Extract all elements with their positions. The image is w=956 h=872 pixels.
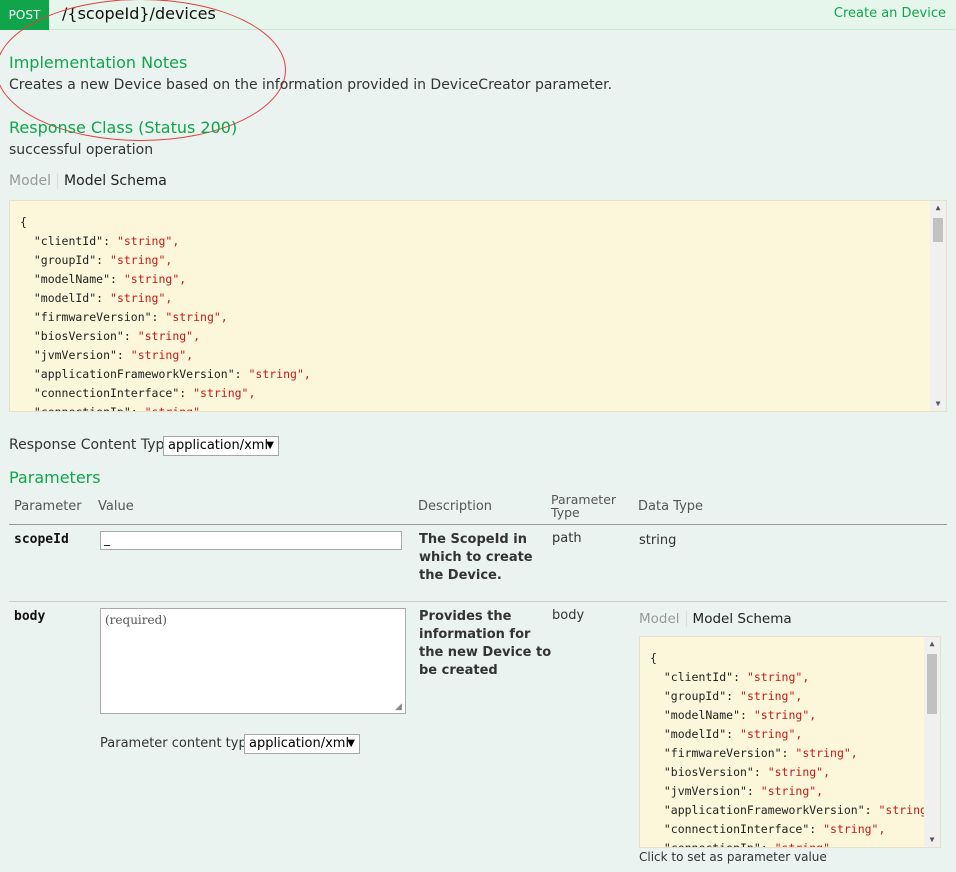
response-model-tabs: Model Model Schema (9, 173, 167, 189)
resize-handle-icon[interactable]: ◢ (395, 703, 404, 712)
description-line: be created (419, 663, 498, 678)
schema-line: "biosVersion": "string", (20, 329, 201, 343)
response-class-text: successful operation (9, 142, 154, 158)
implementation-notes-text: Creates a new Device based on the inform… (9, 77, 613, 93)
col-parameter-type-line2: Type (551, 505, 580, 520)
scopeid-input[interactable]: _ (100, 531, 402, 550)
schema-line: "modelId": "string", (20, 291, 173, 305)
click-to-set-hint: Click to set as parameter value (639, 850, 827, 864)
col-parameter-type: Parameter Type (551, 493, 616, 519)
schema-line: "groupId": "string", (650, 689, 803, 703)
schema-line: { (650, 651, 657, 665)
scroll-up-arrow-icon[interactable]: ▲ (924, 637, 940, 651)
parameter-content-type-value: application/xml (249, 736, 350, 751)
scroll-down-arrow-icon[interactable]: ▼ (930, 397, 946, 411)
param-type-body: body (552, 608, 585, 623)
description-line: information for (419, 627, 531, 642)
response-content-type-value: application/xml (168, 438, 269, 453)
col-data-type: Data Type (638, 499, 704, 514)
col-parameter: Parameter (14, 499, 82, 514)
response-content-type-label: Response Content Type (9, 437, 173, 453)
schema-line: "biosVersion": "string", (650, 765, 831, 779)
schema-line: "jvmVersion": "string", (650, 784, 824, 798)
data-type-scopeid: string (639, 533, 677, 548)
schema-line: "firmwareVersion": "string", (20, 310, 228, 324)
schema-line: "firmwareVersion": "string", (650, 746, 858, 760)
param-description-body: Provides the information for the new Dev… (419, 608, 551, 680)
col-value: Value (98, 499, 134, 514)
schema-line: "connectionIp": "string" (20, 405, 201, 412)
schema-lines: { "clientId": "string", "groupId": "stri… (20, 213, 311, 412)
param-description-scopeid: The ScopeId in which to create the Devic… (419, 531, 533, 585)
dropdown-arrow-icon: ▼ (266, 440, 274, 451)
schema-line: "groupId": "string", (20, 253, 173, 267)
schema-line: "connectionIp": "string" (650, 841, 831, 848)
schema-line: "modelName": "string", (650, 708, 817, 722)
row-divider (9, 601, 947, 602)
schema-line: "clientId": "string", (650, 670, 810, 684)
body-model-tabs: Model Model Schema (639, 611, 792, 627)
description-line: the Device. (419, 568, 502, 583)
parameter-content-type-select[interactable]: application/xml ▼ (244, 734, 360, 754)
schema-line: "jvmVersion": "string", (20, 348, 194, 362)
parameters-title: Parameters (9, 468, 101, 487)
scroll-thumb[interactable] (927, 654, 937, 714)
schema-line: "connectionInterface": "string", (20, 386, 256, 400)
parameter-content-type-label: Parameter content type: (100, 736, 260, 751)
schema-line: "applicationFrameworkVersion": "string", (20, 367, 311, 381)
response-content-type-select[interactable]: application/xml ▼ (163, 436, 279, 456)
operation-summary-link[interactable]: Create an Device (834, 6, 946, 21)
tab-model[interactable]: Model (639, 611, 687, 627)
schema-line: { (20, 215, 27, 229)
tab-model-schema[interactable]: Model Schema (687, 611, 792, 627)
param-name-body: body (14, 609, 46, 624)
body-textarea[interactable]: (required) ◢ (100, 608, 406, 714)
tab-model-schema[interactable]: Model Schema (58, 173, 167, 189)
schema-line: "applicationFrameworkVersion": "string", (650, 803, 941, 817)
description-line: the new Device to (419, 645, 552, 660)
tab-model[interactable]: Model (9, 173, 59, 189)
schema-line: "modelName": "string", (20, 272, 187, 286)
response-model-schema[interactable]: { "clientId": "string", "groupId": "stri… (9, 200, 947, 412)
param-type-scopeid: path (552, 531, 582, 546)
col-description: Description (418, 499, 493, 514)
dropdown-arrow-icon: ▼ (347, 738, 355, 749)
description-line: which to create (419, 550, 533, 565)
implementation-notes-title: Implementation Notes (9, 53, 188, 72)
scroll-up-arrow-icon[interactable]: ▲ (930, 201, 946, 215)
response-class-title: Response Class (Status 200) (9, 118, 238, 137)
scroll-down-arrow-icon[interactable]: ▼ (924, 833, 940, 847)
schema-line: "clientId": "string", (20, 234, 180, 248)
description-line: The ScopeId in (419, 532, 527, 547)
table-header-divider (9, 524, 947, 525)
body-placeholder: (required) (105, 613, 167, 627)
body-model-schema[interactable]: { "clientId": "string", "groupId": "stri… (639, 636, 941, 848)
body-schema-scrollbar[interactable]: ▲ ▼ (924, 637, 940, 847)
response-schema-scrollbar[interactable]: ▲ ▼ (930, 201, 946, 411)
schema-lines: { "clientId": "string", "groupId": "stri… (650, 649, 941, 848)
schema-line: "connectionInterface": "string", (650, 822, 886, 836)
schema-line: "modelId": "string", (650, 727, 803, 741)
description-line: Provides the (419, 609, 512, 624)
param-name-scopeid: scopeId (14, 532, 69, 547)
scroll-thumb[interactable] (933, 218, 943, 242)
